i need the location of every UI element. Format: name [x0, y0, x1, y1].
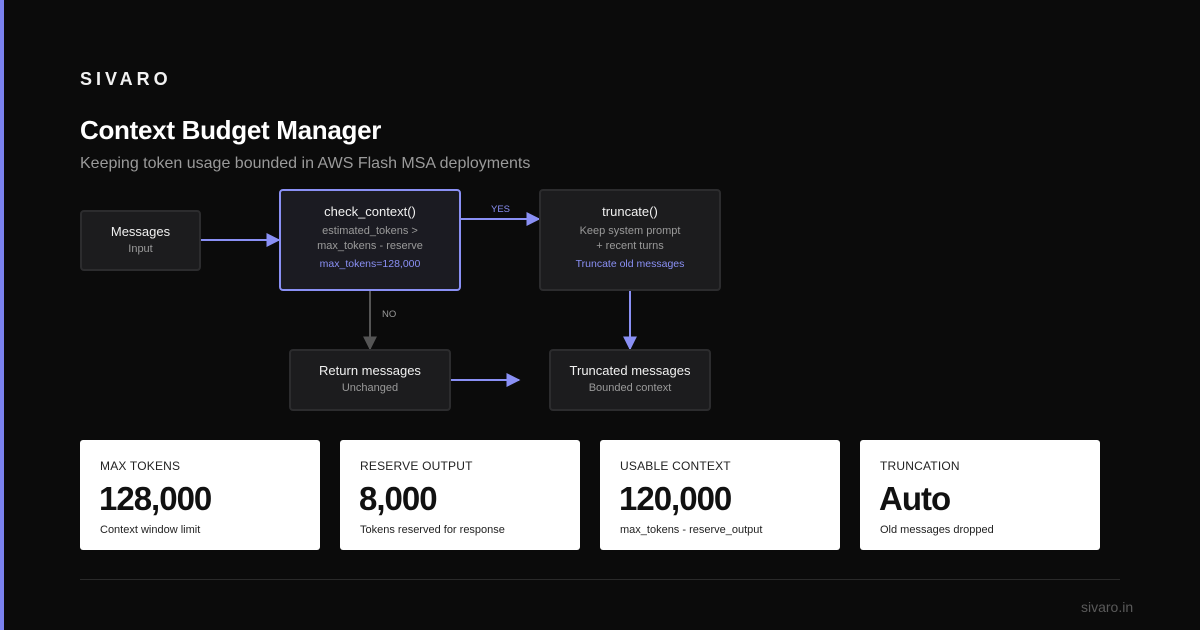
node-truncate-line1: Keep system prompt: [579, 225, 681, 237]
stat-value: 8,000: [359, 480, 438, 517]
stat-value: 128,000: [99, 480, 212, 517]
node-check-accent: max_tokens=128,000: [319, 258, 421, 270]
stat-card-usable-context: USABLE CONTEXT 120,000 max_tokens - rese…: [600, 440, 840, 550]
stat-label: USABLE CONTEXT: [620, 459, 731, 473]
stat-value: Auto: [879, 480, 951, 517]
stat-card-max-tokens: MAX TOKENS 128,000 Context window limit: [80, 440, 320, 550]
footer-divider: [80, 579, 1120, 580]
stat-description: Context window limit: [100, 524, 201, 536]
stat-card-reserve-output: RESERVE OUTPUT 8,000 Tokens reserved for…: [340, 440, 580, 550]
stat-label: TRUNCATION: [880, 459, 960, 473]
node-messages: Messages Input: [80, 210, 201, 271]
stat-description: Old messages dropped: [880, 524, 994, 536]
node-check-title: check_context(): [324, 204, 416, 219]
node-return-sub: Unchanged: [341, 382, 399, 394]
node-truncated-sub: Bounded context: [588, 382, 672, 394]
stat-description: Tokens reserved for response: [360, 524, 505, 536]
stat-card-truncation: TRUNCATION Auto Old messages dropped: [860, 440, 1100, 550]
node-check-line1: estimated_tokens >: [322, 225, 418, 237]
edge-label-yes: YES: [491, 204, 511, 215]
node-return-messages: Return messages Unchanged: [289, 349, 451, 411]
node-return-title: Return messages: [319, 363, 421, 378]
stat-value: 120,000: [619, 480, 732, 517]
node-truncate-line2: + recent turns: [596, 240, 664, 252]
node-truncated-messages: Truncated messages Bounded context: [549, 349, 711, 411]
node-truncated-title: Truncated messages: [569, 363, 691, 378]
stat-description: max_tokens - reserve_output: [620, 524, 763, 536]
edge-label-no: NO: [382, 309, 397, 320]
node-messages-title: Messages: [110, 224, 171, 239]
node-truncate: truncate() Keep system prompt + recent t…: [539, 189, 721, 291]
stat-label: RESERVE OUTPUT: [360, 459, 473, 473]
node-messages-sub: Input: [128, 243, 153, 255]
node-check-context: check_context() estimated_tokens > max_t…: [279, 189, 461, 291]
stat-label: MAX TOKENS: [100, 459, 181, 473]
node-check-line2: max_tokens - reserve: [317, 240, 423, 252]
node-truncate-accent: Truncate old messages: [575, 258, 685, 270]
node-truncate-title: truncate(): [602, 204, 658, 219]
footer-link[interactable]: sivaro.in: [1081, 599, 1133, 615]
